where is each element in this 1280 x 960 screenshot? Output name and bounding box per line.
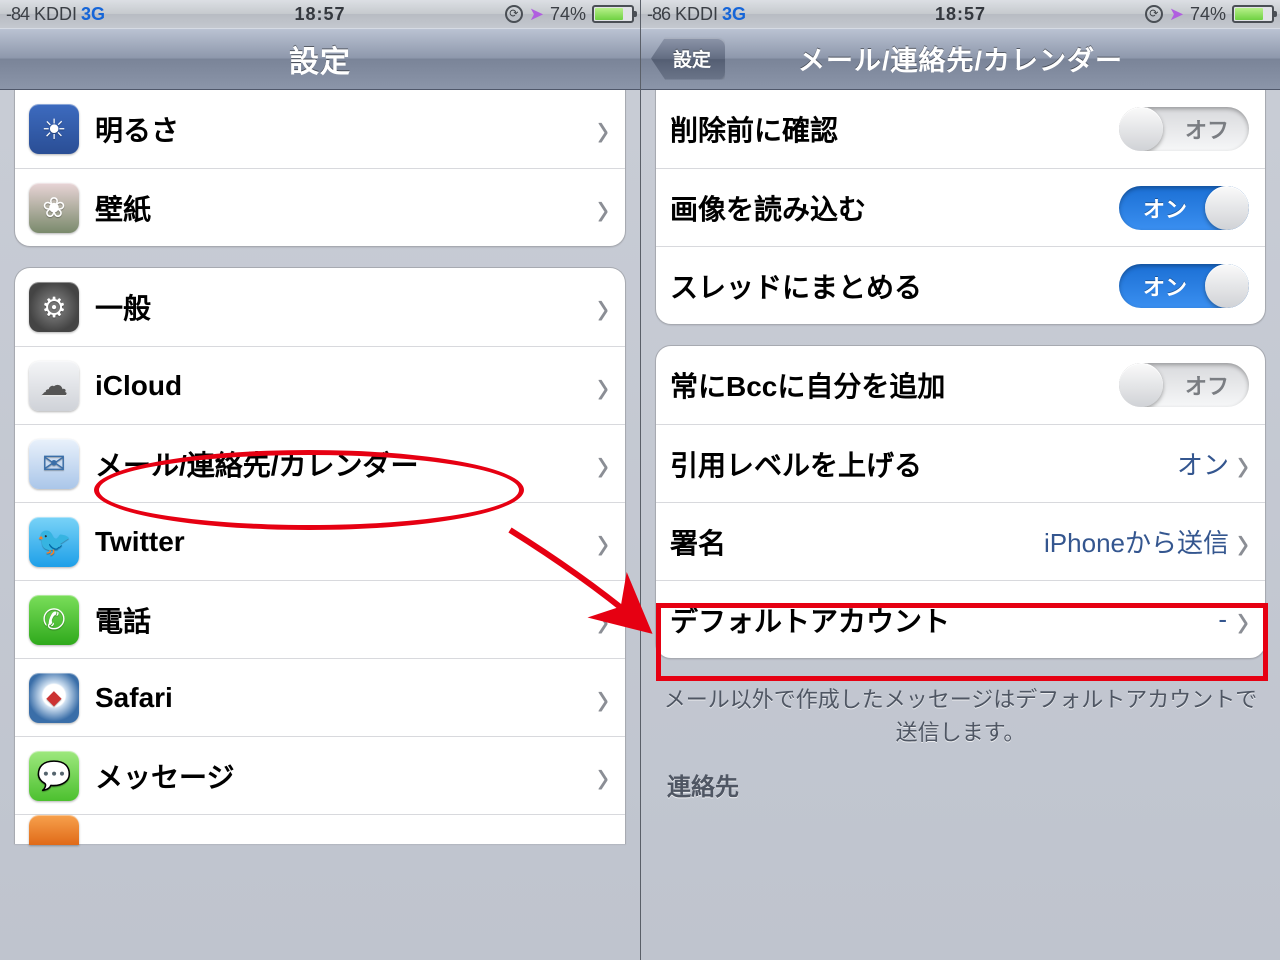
right-screenshot: -86 KDDI 3G 18:57 ⟳ ➤ 74% 設定 メール/連絡先/カレン… [640, 0, 1280, 960]
row-label: Twitter [95, 526, 597, 558]
clock: 18:57 [0, 0, 640, 28]
settings-group-main: ⚙ 一般 › ☁ iCloud › ✉ メール/連絡先/カレンダー › 🐦 Tw… [14, 267, 626, 844]
row-load-images[interactable]: 画像を読み込む オン [656, 168, 1265, 246]
page-title: 設定 [289, 37, 351, 81]
row-label: 引用レベルを上げる [670, 444, 1177, 484]
row-increase-quote[interactable]: 引用レベルを上げる オン › [656, 424, 1265, 502]
row-brightness[interactable]: ☀ 明るさ › [15, 90, 625, 168]
row-wallpaper[interactable]: ❀ 壁紙 › [15, 168, 625, 246]
nav-bar: 設定 [0, 28, 640, 90]
row-mail-contacts-calendar[interactable]: ✉ メール/連絡先/カレンダー › [15, 424, 625, 502]
settings-group-mail2: 常にBccに自分を追加 オフ 引用レベルを上げる オン › 署名 iPhoneか… [655, 345, 1266, 659]
row-label: 明るさ [95, 109, 597, 149]
row-label: メッセージ [95, 756, 597, 796]
messages-icon: 💬 [29, 751, 79, 801]
row-label: 署名 [670, 522, 1044, 562]
settings-list[interactable]: ☀ 明るさ › ❀ 壁紙 › ⚙ 一般 › ☁ iCloud › ✉ [0, 90, 640, 960]
section-header-contacts: 連絡先 [655, 761, 1266, 808]
row-label: Safari [95, 682, 597, 714]
group-footer: メール以外で作成したメッセージはデフォルトアカウントで送信します。 [655, 679, 1266, 761]
row-label: デフォルトアカウント [670, 600, 1218, 640]
chevron-right-icon: › [597, 672, 609, 722]
battery-icon [1232, 5, 1274, 23]
twitter-icon: 🐦 [29, 517, 79, 567]
row-value: iPhoneから送信 [1044, 523, 1229, 560]
nav-bar: 設定 メール/連絡先/カレンダー [641, 28, 1280, 90]
row-always-bcc[interactable]: 常にBccに自分を追加 オフ [656, 346, 1265, 424]
row-phone[interactable]: ✆ 電話 › [15, 580, 625, 658]
chevron-right-icon: › [1237, 516, 1249, 566]
row-default-account[interactable]: デフォルトアカウント - › [656, 580, 1265, 658]
row-general[interactable]: ⚙ 一般 › [15, 268, 625, 346]
toggle-load-images[interactable]: オン [1119, 186, 1249, 230]
chevron-right-icon: › [597, 182, 609, 232]
mail-settings-list[interactable]: 削除前に確認 オフ 画像を読み込む オン スレッドにまとめる オン 常にBccに… [641, 90, 1280, 960]
row-value: オン [1177, 445, 1229, 482]
brightness-icon: ☀ [29, 104, 79, 154]
wallpaper-icon: ❀ [29, 183, 79, 233]
chevron-right-icon: › [597, 282, 609, 332]
row-label: メール/連絡先/カレンダー [95, 444, 597, 484]
chevron-right-icon: › [1237, 438, 1249, 488]
row-label: 一般 [95, 287, 597, 327]
row-label: iCloud [95, 370, 597, 402]
chevron-right-icon: › [597, 750, 609, 800]
chevron-right-icon: › [1237, 594, 1249, 644]
row-messages[interactable]: 💬 メッセージ › [15, 736, 625, 814]
chevron-right-icon: › [597, 516, 609, 566]
settings-group-display: ☀ 明るさ › ❀ 壁紙 › [14, 90, 626, 247]
status-bar: -84 KDDI 3G 18:57 ⟳ ➤ 74% [0, 0, 640, 28]
back-button[interactable]: 設定 [651, 38, 725, 80]
row-label: 削除前に確認 [670, 109, 1119, 149]
chevron-right-icon: › [597, 438, 609, 488]
battery-icon [592, 5, 634, 23]
row-partial[interactable] [15, 814, 625, 844]
row-label: 常にBccに自分を追加 [670, 365, 1119, 405]
icloud-icon: ☁ [29, 361, 79, 411]
row-ask-before-delete[interactable]: 削除前に確認 オフ [656, 90, 1265, 168]
mail-icon: ✉ [29, 439, 79, 489]
row-value: - [1218, 604, 1229, 635]
general-icon: ⚙ [29, 282, 79, 332]
status-bar: -86 KDDI 3G 18:57 ⟳ ➤ 74% [641, 0, 1280, 28]
music-icon [29, 815, 79, 845]
phone-icon: ✆ [29, 595, 79, 645]
toggle-ask-before-delete[interactable]: オフ [1119, 107, 1249, 151]
row-icloud[interactable]: ☁ iCloud › [15, 346, 625, 424]
chevron-right-icon: › [597, 104, 609, 154]
toggle-always-bcc[interactable]: オフ [1119, 363, 1249, 407]
row-label: スレッドにまとめる [670, 266, 1119, 306]
row-safari[interactable]: ◆ Safari › [15, 658, 625, 736]
toggle-organize-thread[interactable]: オン [1119, 264, 1249, 308]
left-screenshot: -84 KDDI 3G 18:57 ⟳ ➤ 74% 設定 ☀ 明るさ › ❀ 壁… [0, 0, 640, 960]
chevron-right-icon: › [597, 594, 609, 644]
settings-group-mail1: 削除前に確認 オフ 画像を読み込む オン スレッドにまとめる オン [655, 90, 1266, 325]
row-label: 電話 [95, 600, 597, 640]
row-organize-thread[interactable]: スレッドにまとめる オン [656, 246, 1265, 324]
row-signature[interactable]: 署名 iPhoneから送信 › [656, 502, 1265, 580]
row-twitter[interactable]: 🐦 Twitter › [15, 502, 625, 580]
safari-icon: ◆ [29, 673, 79, 723]
page-title: メール/連絡先/カレンダー [798, 39, 1123, 78]
chevron-right-icon: › [597, 360, 609, 410]
clock: 18:57 [641, 0, 1280, 28]
row-label: 壁紙 [95, 188, 597, 228]
row-label: 画像を読み込む [670, 188, 1119, 228]
